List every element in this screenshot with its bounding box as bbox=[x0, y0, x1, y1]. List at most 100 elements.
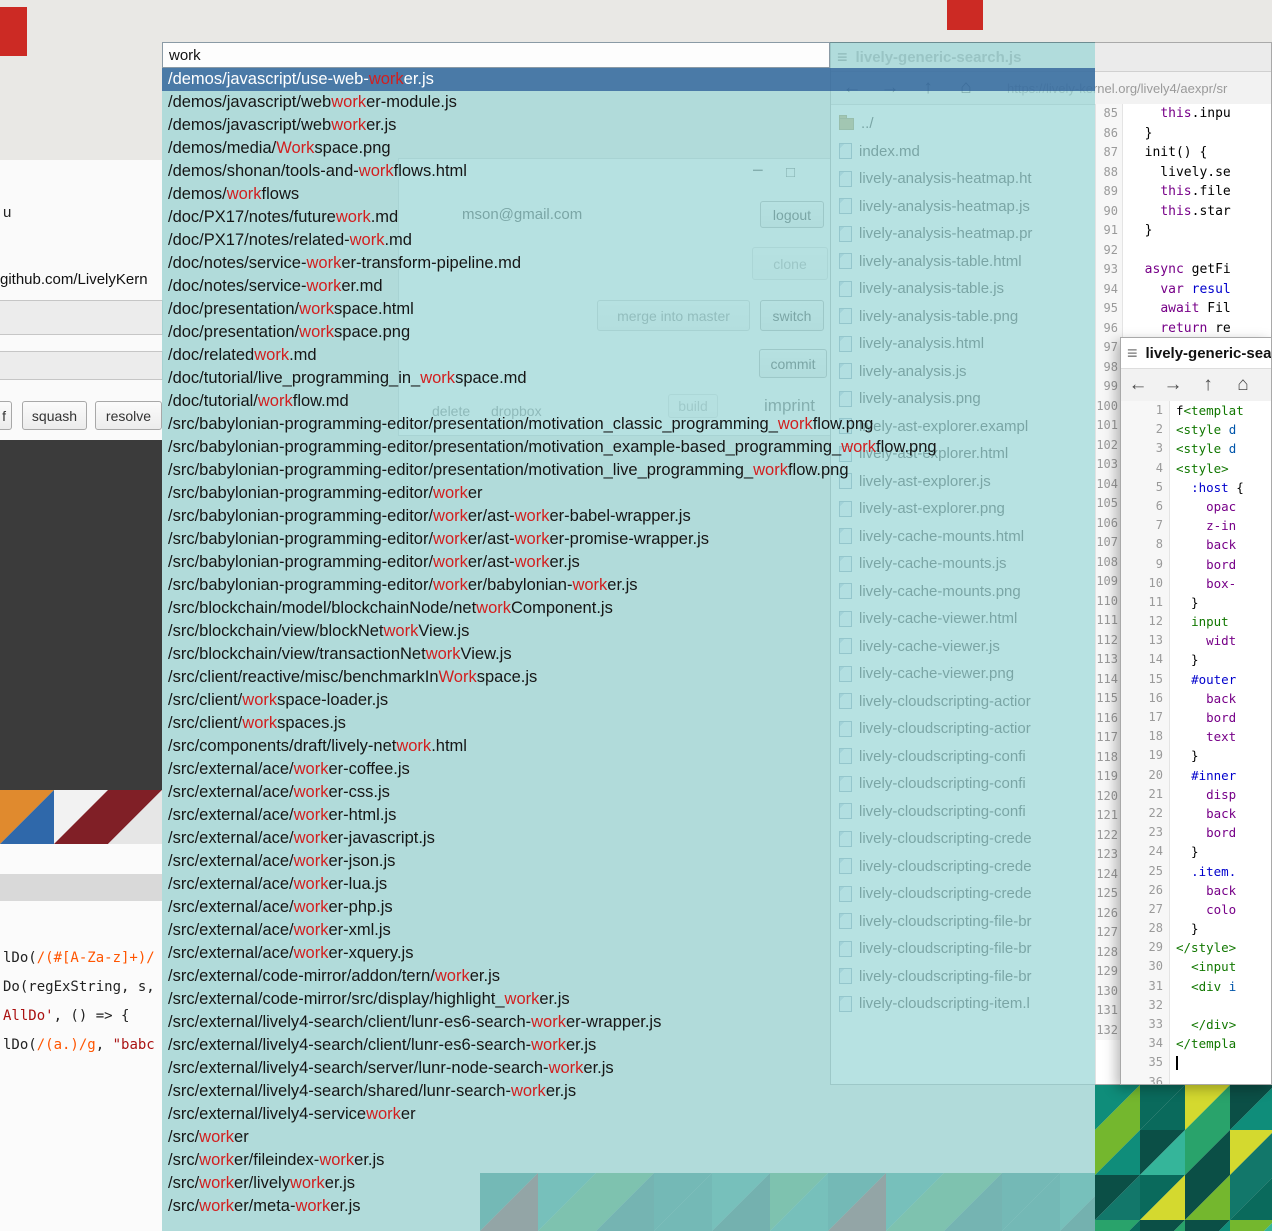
search-result-item[interactable]: /demos/workflows bbox=[162, 183, 1095, 206]
search-result-item[interactable]: /src/client/workspace-loader.js bbox=[162, 689, 1095, 712]
search-result-item[interactable]: /demos/media/Workspace.png bbox=[162, 137, 1095, 160]
search-result-item[interactable]: /src/external/ace/worker-json.js bbox=[162, 850, 1095, 873]
search-result-item[interactable]: /doc/PX17/notes/related-work.md bbox=[162, 229, 1095, 252]
search-result-item[interactable]: /src/external/ace/worker-html.js bbox=[162, 804, 1095, 827]
search-result-item[interactable]: /src/components/draft/lively-network.htm… bbox=[162, 735, 1095, 758]
code-line: 93 async getFi bbox=[1096, 260, 1271, 280]
search-result-item[interactable]: /src/babylonian-programming-editor/worke… bbox=[162, 574, 1095, 597]
code-line: 36 bbox=[1121, 1073, 1271, 1084]
search-result-item[interactable]: /src/external/ace/worker-xquery.js bbox=[162, 942, 1095, 965]
search-result-item[interactable]: /src/external/ace/worker-lua.js bbox=[162, 873, 1095, 896]
search-result-item[interactable]: /src/external/lively4-search/client/lunr… bbox=[162, 1034, 1095, 1057]
front-code-editor[interactable]: 1f<templat2<style d3<style d4<style>5 :h… bbox=[1121, 401, 1271, 1084]
resolve-button[interactable]: resolve bbox=[95, 401, 162, 430]
code-line: 85 this.inpu bbox=[1096, 104, 1271, 124]
search-result-item[interactable]: /doc/presentation/workspace.html bbox=[162, 298, 1095, 321]
code-line: 1f<templat bbox=[1121, 401, 1271, 420]
code-line: 35 bbox=[1121, 1053, 1271, 1072]
search-result-item[interactable]: /doc/relatedwork.md bbox=[162, 344, 1095, 367]
search-result-item[interactable]: /src/worker/meta-worker.js bbox=[162, 1195, 1095, 1218]
search-result-item[interactable]: /doc/notes/service-worker.md bbox=[162, 275, 1095, 298]
search-result-item[interactable]: /src/external/ace/worker-coffee.js bbox=[162, 758, 1095, 781]
code-line: 90 this.star bbox=[1096, 202, 1271, 222]
search-result-item[interactable]: /src/worker/livelyworker.js bbox=[162, 1172, 1095, 1195]
search-result-item[interactable]: /src/worker bbox=[162, 1126, 1095, 1149]
search-result-item[interactable]: /src/external/ace/worker-php.js bbox=[162, 896, 1095, 919]
search-result-item[interactable]: /src/babylonian-programming-editor/worke… bbox=[162, 482, 1095, 505]
code-line: 23 bord bbox=[1121, 823, 1271, 842]
code-line: 29</style> bbox=[1121, 938, 1271, 957]
code-line: 2<style d bbox=[1121, 420, 1271, 439]
search-result-item[interactable]: /demos/javascript/webworker.js bbox=[162, 114, 1095, 137]
code-line: 20 #inner bbox=[1121, 766, 1271, 785]
code-line: 86 } bbox=[1096, 124, 1271, 144]
code-line: 26 back bbox=[1121, 881, 1271, 900]
search-result-item[interactable]: /src/babylonian-programming-editor/worke… bbox=[162, 551, 1095, 574]
search-input[interactable] bbox=[162, 42, 830, 68]
search-result-item[interactable]: /src/external/code-mirror/addon/tern/wor… bbox=[162, 965, 1095, 988]
search-result-item[interactable]: /src/external/lively4-serviceworker bbox=[162, 1103, 1095, 1126]
code-line: 27 colo bbox=[1121, 900, 1271, 919]
code-line: 24 } bbox=[1121, 842, 1271, 861]
search-result-item[interactable]: /demos/javascript/use-web-worker.js bbox=[162, 68, 1095, 91]
search-result-item[interactable]: /src/blockchain/view/blockNetworkView.js bbox=[162, 620, 1095, 643]
search-result-item[interactable]: /doc/notes/service-worker-transform-pipe… bbox=[162, 252, 1095, 275]
code-line: 7 z-in bbox=[1121, 516, 1271, 535]
search-result-item[interactable]: /src/external/lively4-search/server/lunr… bbox=[162, 1057, 1095, 1080]
search-result-item[interactable]: /src/external/lively4-search/client/lunr… bbox=[162, 1011, 1095, 1034]
search-result-item[interactable]: /src/client/reactive/misc/benchmarkInWor… bbox=[162, 666, 1095, 689]
back-icon[interactable]: ← bbox=[1125, 374, 1151, 396]
code-line: 21 disp bbox=[1121, 785, 1271, 804]
search-result-item[interactable]: /src/babylonian-programming-editor/prese… bbox=[162, 413, 1095, 436]
input-bar[interactable] bbox=[0, 300, 163, 335]
code-line: 34</templa bbox=[1121, 1034, 1271, 1053]
text-fragment: u bbox=[3, 204, 11, 221]
search-result-item[interactable]: /src/external/ace/worker-javascript.js bbox=[162, 827, 1095, 850]
github-url-fragment: github.com/LivelyKern bbox=[0, 271, 148, 288]
search-result-item[interactable]: /src/babylonian-programming-editor/prese… bbox=[162, 436, 1095, 459]
code-line: 95 await Fil bbox=[1096, 299, 1271, 319]
code-line: 14 } bbox=[1121, 650, 1271, 669]
partial-button[interactable]: f bbox=[0, 401, 12, 430]
search-result-item[interactable]: /doc/tutorial/live_programming_in_worksp… bbox=[162, 367, 1095, 390]
search-result-item[interactable]: /src/babylonian-programming-editor/worke… bbox=[162, 528, 1095, 551]
search-result-item[interactable]: /doc/tutorial/workflow.md bbox=[162, 390, 1095, 413]
search-result-item[interactable]: /src/babylonian-programming-editor/prese… bbox=[162, 459, 1095, 482]
code-line: 28 } bbox=[1121, 919, 1271, 938]
code-line: 13 widt bbox=[1121, 631, 1271, 650]
search-result-item[interactable]: /src/blockchain/model/blockchainNode/net… bbox=[162, 597, 1095, 620]
search-result-item[interactable]: /src/external/lively4-search/shared/lunr… bbox=[162, 1080, 1095, 1103]
front-browser-window: ≡ lively-generic-search.js ← → ↑ ⌂ 1f<te… bbox=[1120, 337, 1272, 1085]
search-result-item[interactable]: /src/blockchain/view/transactionNetworkV… bbox=[162, 643, 1095, 666]
search-result-item[interactable]: /demos/javascript/webworker-module.js bbox=[162, 91, 1095, 114]
code-line: 88 lively.se bbox=[1096, 163, 1271, 183]
code-line: 5 :host { bbox=[1121, 478, 1271, 497]
search-result-item[interactable]: /src/worker/fileindex-worker.js bbox=[162, 1149, 1095, 1172]
search-result-item[interactable]: /doc/PX17/notes/futurework.md bbox=[162, 206, 1095, 229]
code-line: 87 init() { bbox=[1096, 143, 1271, 163]
front-window-body: 1f<templat2<style d3<style d4<style>5 :h… bbox=[1121, 401, 1271, 1084]
code-line: 91 } bbox=[1096, 221, 1271, 241]
menu-icon[interactable]: ≡ bbox=[1127, 343, 1138, 364]
up-icon[interactable]: ↑ bbox=[1195, 374, 1221, 396]
home-icon[interactable]: ⌂ bbox=[1230, 374, 1256, 396]
code-line: 3<style d bbox=[1121, 439, 1271, 458]
code-line: 31 <div i bbox=[1121, 977, 1271, 996]
triangle-pattern-bottom-right bbox=[1095, 1085, 1272, 1231]
code-line: 17 bord bbox=[1121, 708, 1271, 727]
search-result-item[interactable]: /demos/shonan/tools-and-workflows.html bbox=[162, 160, 1095, 183]
search-result-item[interactable]: /doc/presentation/workspace.png bbox=[162, 321, 1095, 344]
search-result-item[interactable]: /src/babylonian-programming-editor/worke… bbox=[162, 505, 1095, 528]
code-line: 11 } bbox=[1121, 593, 1271, 612]
code-line: 89 this.file bbox=[1096, 182, 1271, 202]
search-result-item[interactable]: /src/client/workspaces.js bbox=[162, 712, 1095, 735]
search-result-item[interactable]: /src/external/code-mirror/src/display/hi… bbox=[162, 988, 1095, 1011]
squash-button[interactable]: squash bbox=[22, 401, 87, 430]
code-line: 32 bbox=[1121, 996, 1271, 1015]
input-bar[interactable] bbox=[0, 351, 163, 380]
front-window-navbar: ← → ↑ ⌂ bbox=[1121, 369, 1271, 402]
text-cursor bbox=[1176, 1056, 1178, 1070]
search-result-item[interactable]: /src/external/ace/worker-css.js bbox=[162, 781, 1095, 804]
forward-icon[interactable]: → bbox=[1160, 374, 1186, 396]
search-result-item[interactable]: /src/external/ace/worker-xml.js bbox=[162, 919, 1095, 942]
